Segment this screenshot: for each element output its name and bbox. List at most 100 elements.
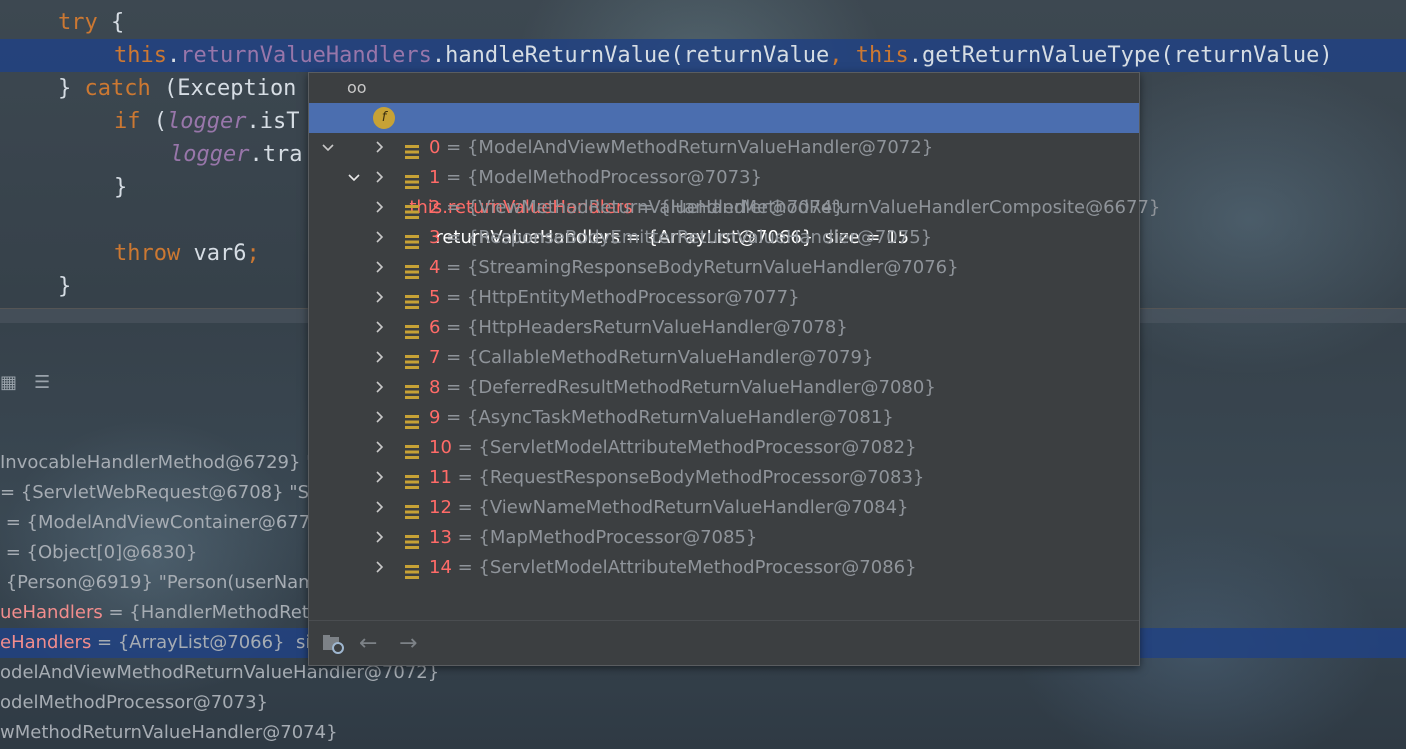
variable-row[interactable]: odelMethodProcessor@7073} [0, 688, 268, 718]
item-index: 9 [429, 407, 441, 428]
variable-value: wMethodReturnValueHandler@7074} [0, 722, 338, 743]
forward-arrow-icon[interactable]: → [399, 631, 417, 656]
code-token: returnValueHandlers [180, 43, 432, 68]
chevron-right-icon[interactable] [373, 373, 387, 403]
chevron-right-icon[interactable] [373, 223, 387, 253]
array-element-icon [405, 410, 419, 429]
item-index: 3 [429, 227, 441, 248]
item-index: 13 [429, 527, 452, 548]
item-index: 14 [429, 557, 452, 578]
add-to-watches-icon[interactable] [321, 631, 345, 661]
array-element-icon [405, 380, 419, 399]
variable-value: = {ArrayList@7066} size [91, 632, 331, 653]
array-element-icon [405, 560, 419, 579]
list-item[interactable]: 2 = {ViewMethodReturnValueHandler@7074} [309, 193, 1139, 223]
list-item[interactable]: 14 = {ServletModelAttributeMethodProcess… [309, 553, 1139, 583]
list-item[interactable]: 11 = {RequestResponseBodyMethodProcessor… [309, 463, 1139, 493]
list-item[interactable]: 0 = {ModelAndViewMethodReturnValueHandle… [309, 133, 1139, 163]
code-token: .handleReturnValue(returnValue [431, 43, 830, 68]
variable-value: odelMethodProcessor@7073} [0, 692, 268, 713]
list-item[interactable]: 3 = {ResponseBodyEmitterReturnValueHandl… [309, 223, 1139, 253]
code-token: .tra [249, 142, 303, 167]
chevron-right-icon[interactable] [373, 433, 387, 463]
item-value: = {CallableMethodReturnValueHandler@7079… [440, 347, 874, 368]
field-icon: f [373, 107, 395, 129]
code-line[interactable]: this.returnValueHandlers.handleReturnVal… [0, 39, 1406, 72]
chevron-right-icon[interactable] [373, 163, 387, 193]
item-value: = {AsyncTaskMethodReturnValueHandler@708… [440, 407, 894, 428]
list-item[interactable]: 13 = {MapMethodProcessor@7085} [309, 523, 1139, 553]
variable-row[interactable]: {Person@6919} "Person(userName= [0, 568, 342, 598]
list-item[interactable]: 5 = {HttpEntityMethodProcessor@7077} [309, 283, 1139, 313]
list-item[interactable]: 6 = {HttpHeadersReturnValueHandler@7078} [309, 313, 1139, 343]
code-token: if [114, 109, 141, 134]
list-item[interactable]: 8 = {DeferredResultMethodReturnValueHand… [309, 373, 1139, 403]
list-item[interactable]: 7 = {CallableMethodReturnValueHandler@70… [309, 343, 1139, 373]
list-item[interactable]: 10 = {ServletModelAttributeMethodProcess… [309, 433, 1139, 463]
code-token: logger [167, 109, 247, 134]
array-element-icon [405, 500, 419, 519]
code-token: .getReturnValueType(returnValue) [908, 43, 1333, 68]
array-element-icon [405, 140, 419, 159]
array-element-icon [405, 530, 419, 549]
variable-row[interactable]: InvocableHandlerMethod@6729} "c [0, 448, 324, 478]
variable-value: {Person@6919} "Person(userName= [0, 572, 342, 593]
chevron-right-icon[interactable] [373, 313, 387, 343]
code-token: , this [829, 43, 909, 68]
chevron-right-icon[interactable] [373, 403, 387, 433]
item-value: = {StreamingResponseBodyReturnValueHandl… [440, 257, 959, 278]
variable-value: = {ModelAndViewContainer@6774 [0, 512, 322, 533]
variable-name: ueHandlers [0, 602, 103, 623]
variable-row[interactable]: wMethodReturnValueHandler@7074} [0, 718, 338, 748]
chevron-right-icon[interactable] [373, 283, 387, 313]
watch-glasses-icon: oo [347, 78, 367, 97]
variable-row[interactable]: ueHandlers = {HandlerMethodReturn [0, 598, 339, 628]
item-index: 8 [429, 377, 441, 398]
item-index: 7 [429, 347, 441, 368]
array-element-icon [405, 200, 419, 219]
chevron-right-icon[interactable] [373, 493, 387, 523]
code-token: } [58, 274, 72, 299]
array-element-icon [405, 230, 419, 249]
chevron-right-icon[interactable] [373, 193, 387, 223]
list-item[interactable]: 12 = {ViewNameMethodReturnValueHandler@7… [309, 493, 1139, 523]
code-token: . [166, 43, 181, 68]
item-value: = {ServletModelAttributeMethodProcessor@… [451, 557, 917, 578]
code-token: } [58, 76, 85, 101]
back-arrow-icon[interactable]: ← [359, 631, 377, 656]
variable-row[interactable]: = {ModelAndViewContainer@6774 [0, 508, 322, 538]
list-item[interactable]: 9 = {AsyncTaskMethodReturnValueHandler@7… [309, 403, 1139, 433]
array-element-icon [405, 350, 419, 369]
array-element-icon [405, 440, 419, 459]
item-value: = {ViewNameMethodReturnValueHandler@7084… [451, 497, 909, 518]
evaluate-popup[interactable]: oo this.returnValueHandlers = {HandlerMe… [308, 72, 1160, 666]
item-index: 2 [429, 197, 441, 218]
table-view-icon[interactable]: ▦ [0, 372, 17, 393]
list-item[interactable]: 1 = {ModelMethodProcessor@7073} [309, 163, 1139, 193]
chevron-right-icon[interactable] [373, 463, 387, 493]
variable-value: InvocableHandlerMethod@6729} "c [0, 452, 325, 473]
chevron-right-icon[interactable] [373, 523, 387, 553]
item-value: = {RequestResponseBodyMethodProcessor@70… [451, 467, 925, 488]
chevron-right-icon[interactable] [373, 553, 387, 583]
code-token: ( [140, 109, 167, 134]
item-index: 6 [429, 317, 441, 338]
code-token: ; [246, 241, 260, 266]
popup-root-row[interactable]: oo this.returnValueHandlers = {HandlerMe… [309, 73, 1160, 218]
variable-row[interactable]: = {ServletWebRequest@6708} "Servle [0, 478, 354, 508]
list-item[interactable]: 4 = {StreamingResponseBodyReturnValueHan… [309, 253, 1139, 283]
item-index: 10 [429, 437, 452, 458]
code-token: throw [114, 241, 181, 266]
code-token: { [97, 10, 125, 35]
code-token: this [114, 43, 167, 68]
popup-field-row[interactable]: f returnValueHandlers = {ArrayList@7066}… [309, 103, 1139, 248]
chevron-right-icon[interactable] [373, 133, 387, 163]
variable-row[interactable]: = {Object[0]@6830} [0, 538, 198, 568]
chevron-right-icon[interactable] [373, 253, 387, 283]
array-element-icon [405, 290, 419, 309]
array-element-icon [405, 320, 419, 339]
list-view-icon[interactable]: ☰ [34, 372, 50, 393]
item-index: 0 [429, 137, 441, 158]
item-value: = {HttpEntityMethodProcessor@7077} [440, 287, 800, 308]
chevron-right-icon[interactable] [373, 343, 387, 373]
